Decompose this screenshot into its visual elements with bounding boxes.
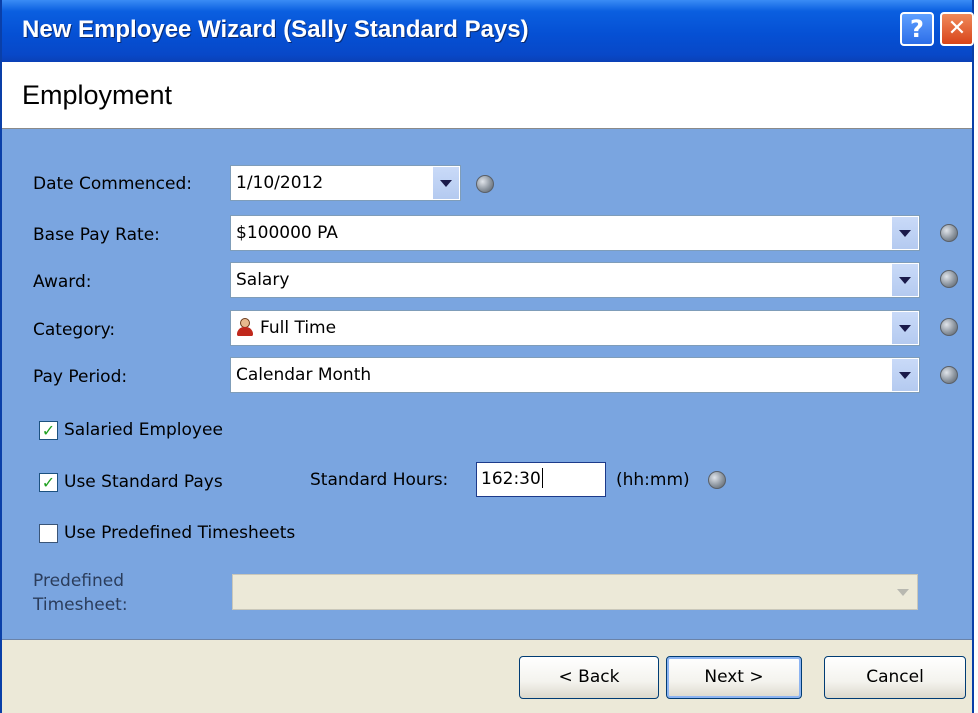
use-predefined-timesheets-label[interactable]: Use Predefined Timesheets bbox=[64, 523, 295, 543]
award-value: Salary bbox=[236, 270, 290, 290]
base-pay-rate-dropdown-button[interactable] bbox=[891, 217, 918, 249]
predefined-timesheet-dropdown-button bbox=[890, 576, 916, 608]
help-button[interactable]: ? bbox=[900, 12, 934, 46]
wizard-window: New Employee Wizard (Sally Standard Pays… bbox=[0, 0, 974, 713]
predefined-timesheet-label-line1: Predefined bbox=[33, 571, 125, 591]
chevron-down-icon bbox=[899, 229, 911, 237]
status-indicator-icon bbox=[940, 366, 958, 384]
pay-period-dropdown-button[interactable] bbox=[891, 359, 918, 391]
base-pay-rate-field[interactable]: $100000 PA bbox=[230, 215, 920, 251]
chevron-down-icon bbox=[899, 276, 911, 284]
next-button[interactable]: Next > bbox=[666, 656, 802, 699]
pay-period-label: Pay Period: bbox=[33, 367, 128, 387]
predefined-timesheet-field bbox=[232, 574, 918, 610]
standard-hours-label: Standard Hours: bbox=[310, 470, 449, 490]
text-cursor bbox=[541, 468, 543, 488]
category-field[interactable]: Full Time bbox=[230, 310, 920, 346]
use-standard-pays-checkbox[interactable]: ✓ bbox=[39, 473, 58, 492]
status-indicator-icon bbox=[940, 318, 958, 336]
status-indicator-icon bbox=[708, 471, 726, 489]
chevron-down-icon bbox=[899, 371, 911, 379]
chevron-down-icon bbox=[897, 588, 909, 596]
base-pay-rate-value: $100000 PA bbox=[236, 223, 338, 243]
standard-hours-unit: (hh:mm) bbox=[616, 470, 690, 490]
checkmark-icon: ✓ bbox=[41, 421, 56, 440]
back-button[interactable]: < Back bbox=[519, 656, 659, 699]
status-indicator-icon bbox=[940, 270, 958, 288]
category-value: Full Time bbox=[260, 318, 337, 338]
category-dropdown-button[interactable] bbox=[891, 312, 918, 344]
close-button[interactable]: ✕ bbox=[940, 12, 974, 46]
title-bar: New Employee Wizard (Sally Standard Pays… bbox=[2, 0, 974, 62]
use-standard-pays-label[interactable]: Use Standard Pays bbox=[64, 472, 223, 492]
page-header: Employment bbox=[2, 62, 972, 129]
salaried-employee-label[interactable]: Salaried Employee bbox=[64, 420, 223, 440]
person-icon bbox=[236, 318, 254, 336]
date-commenced-label: Date Commenced: bbox=[33, 174, 192, 194]
predefined-timesheet-label-line2: Timesheet: bbox=[33, 595, 128, 615]
base-pay-rate-label: Base Pay Rate: bbox=[33, 225, 160, 245]
page-title: Employment bbox=[22, 80, 173, 110]
date-commenced-field[interactable]: 1/10/2012 bbox=[230, 165, 461, 201]
status-indicator-icon bbox=[940, 224, 958, 242]
use-predefined-timesheets-checkbox[interactable] bbox=[39, 524, 58, 543]
chevron-down-icon bbox=[440, 179, 452, 187]
category-label: Category: bbox=[33, 320, 116, 340]
salaried-employee-checkbox[interactable]: ✓ bbox=[39, 421, 58, 440]
date-commenced-value: 1/10/2012 bbox=[236, 173, 324, 193]
status-indicator-icon bbox=[476, 175, 494, 193]
pay-period-value: Calendar Month bbox=[236, 365, 372, 385]
pay-period-field[interactable]: Calendar Month bbox=[230, 357, 920, 393]
award-field[interactable]: Salary bbox=[230, 262, 920, 298]
date-commenced-dropdown-button[interactable] bbox=[432, 167, 459, 199]
standard-hours-value: 162:30 bbox=[481, 469, 541, 489]
cancel-button[interactable]: Cancel bbox=[824, 656, 966, 699]
award-dropdown-button[interactable] bbox=[891, 264, 918, 296]
standard-hours-input[interactable]: 162:30 bbox=[476, 462, 606, 497]
checkmark-icon: ✓ bbox=[41, 473, 56, 492]
award-label: Award: bbox=[33, 272, 92, 292]
window-title: New Employee Wizard (Sally Standard Pays… bbox=[22, 16, 529, 43]
chevron-down-icon bbox=[899, 324, 911, 332]
